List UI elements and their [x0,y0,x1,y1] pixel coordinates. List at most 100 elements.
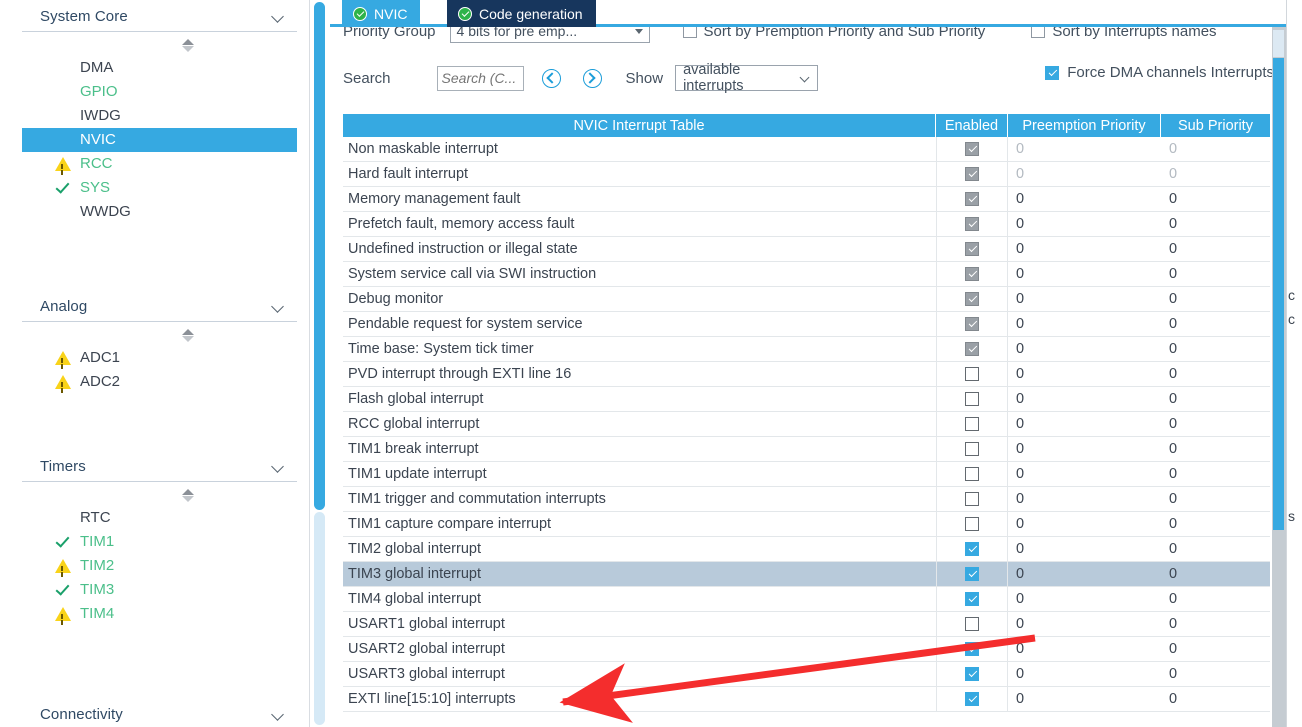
enabled-checkbox[interactable] [965,442,979,456]
enabled-checkbox[interactable] [965,517,979,531]
sidebar-group-spinner[interactable] [22,324,297,346]
enabled-checkbox[interactable] [965,467,979,481]
priority-group-select[interactable]: 4 bits for pre emp... [449,27,650,43]
table-row[interactable]: USART2 global interrupt 0 0 [343,637,1270,662]
sub-priority-cell[interactable]: 0 [1161,262,1270,286]
column-header-name[interactable]: NVIC Interrupt Table [343,114,936,137]
column-header-enabled[interactable]: Enabled [936,114,1008,137]
enabled-checkbox[interactable] [965,417,979,431]
enabled-checkbox[interactable] [965,692,979,706]
table-row[interactable]: Debug monitor 0 0 [343,287,1270,312]
spinner-down-icon[interactable] [182,46,194,52]
sidebar-item-adc1[interactable]: ADC1 [22,346,297,370]
preemption-priority-cell[interactable]: 0 [1008,512,1161,536]
table-row[interactable]: EXTI line[15:10] interrupts 0 0 [343,687,1270,712]
preemption-priority-cell[interactable]: 0 [1008,537,1161,561]
table-row[interactable]: Hard fault interrupt 0 0 [343,162,1270,187]
preemption-priority-cell[interactable]: 0 [1008,437,1161,461]
sub-priority-cell[interactable]: 0 [1161,412,1270,436]
sub-priority-cell[interactable]: 0 [1161,287,1270,311]
enabled-checkbox[interactable] [965,242,979,256]
enabled-checkbox[interactable] [965,342,979,356]
table-row[interactable]: TIM1 capture compare interrupt 0 0 [343,512,1270,537]
enabled-checkbox[interactable] [965,542,979,556]
tab-nvic[interactable]: NVIC [342,0,421,27]
enabled-cell[interactable] [936,462,1008,486]
table-row[interactable]: TIM1 break interrupt 0 0 [343,437,1270,462]
preemption-priority-cell[interactable]: 0 [1008,312,1161,336]
sidebar-item-gpio[interactable]: GPIO [22,80,297,104]
enabled-checkbox[interactable] [965,367,979,381]
enabled-checkbox[interactable] [965,642,979,656]
table-row[interactable]: TIM3 global interrupt 0 0 [343,562,1270,587]
sub-priority-cell[interactable]: 0 [1161,512,1270,536]
enabled-checkbox[interactable] [965,317,979,331]
sub-priority-cell[interactable]: 0 [1161,387,1270,411]
enabled-checkbox[interactable] [965,567,979,581]
enabled-checkbox[interactable] [965,592,979,606]
preemption-priority-cell[interactable]: 0 [1008,287,1161,311]
table-row[interactable]: TIM4 global interrupt 0 0 [343,587,1270,612]
preemption-priority-cell[interactable]: 0 [1008,612,1161,636]
spinner-up-icon[interactable] [182,489,194,495]
sidebar-group-header-system-core[interactable]: System Core [22,2,297,32]
preemption-priority-cell[interactable]: 0 [1008,237,1161,261]
enabled-cell[interactable] [936,562,1008,586]
enabled-cell[interactable] [936,662,1008,686]
sidebar-group-spinner[interactable] [22,34,297,56]
sub-priority-cell[interactable]: 0 [1161,237,1270,261]
spinner-down-icon[interactable] [182,336,194,342]
enabled-cell[interactable] [936,287,1008,311]
enabled-cell[interactable] [936,137,1008,161]
sub-priority-cell[interactable]: 0 [1161,612,1270,636]
sub-priority-cell[interactable]: 0 [1161,162,1270,186]
enabled-cell[interactable] [936,512,1008,536]
sidebar-item-nvic[interactable]: NVIC [22,128,297,152]
search-next-icon[interactable] [582,68,602,88]
enabled-checkbox[interactable] [965,667,979,681]
table-row[interactable]: Flash global interrupt 0 0 [343,387,1270,412]
preemption-priority-cell[interactable]: 0 [1008,487,1161,511]
main-scrollbar-thumb[interactable] [1273,58,1284,530]
enabled-cell[interactable] [936,362,1008,386]
enabled-checkbox[interactable] [965,392,979,406]
sub-priority-cell[interactable]: 0 [1161,187,1270,211]
enabled-cell[interactable] [936,312,1008,336]
sidebar-item-tim4[interactable]: TIM4 [22,602,297,626]
sidebar-scrollbar-thumb[interactable] [314,2,325,510]
sub-priority-cell[interactable]: 0 [1161,687,1270,711]
enabled-cell[interactable] [936,212,1008,236]
enabled-cell[interactable] [936,412,1008,436]
sort-by-interrupt-names-checkbox[interactable]: Sort by Interrupts names [1031,27,1217,40]
sort-by-preemption-priority-checkbox[interactable]: Sort by Premption Priority and Sub Prior… [682,27,985,40]
sidebar-item-sys[interactable]: SYS [22,176,297,200]
sidebar-item-iwdg[interactable]: IWDG [22,104,297,128]
enabled-cell[interactable] [936,537,1008,561]
sub-priority-cell[interactable]: 0 [1161,487,1270,511]
enabled-cell[interactable] [936,487,1008,511]
column-header-sub-priority[interactable]: Sub Priority [1161,114,1270,137]
enabled-cell[interactable] [936,262,1008,286]
sub-priority-cell[interactable]: 0 [1161,312,1270,336]
sub-priority-cell[interactable]: 0 [1161,587,1270,611]
spinner-up-icon[interactable] [182,39,194,45]
preemption-priority-cell[interactable]: 0 [1008,637,1161,661]
spinner-down-icon[interactable] [182,496,194,502]
enabled-checkbox[interactable] [965,492,979,506]
sub-priority-cell[interactable]: 0 [1161,537,1270,561]
preemption-priority-cell[interactable]: 0 [1008,362,1161,386]
preemption-priority-cell[interactable]: 0 [1008,662,1161,686]
table-row[interactable]: Memory management fault 0 0 [343,187,1270,212]
enabled-checkbox[interactable] [965,142,979,156]
enabled-checkbox[interactable] [965,167,979,181]
table-row[interactable]: Undefined instruction or illegal state 0 0 [343,237,1270,262]
enabled-checkbox[interactable] [965,217,979,231]
sub-priority-cell[interactable]: 0 [1161,137,1270,161]
preemption-priority-cell[interactable]: 0 [1008,162,1161,186]
enabled-cell[interactable] [936,162,1008,186]
preemption-priority-cell[interactable]: 0 [1008,337,1161,361]
table-row[interactable]: Time base: System tick timer 0 0 [343,337,1270,362]
enabled-checkbox[interactable] [965,292,979,306]
preemption-priority-cell[interactable]: 0 [1008,262,1161,286]
sub-priority-cell[interactable]: 0 [1161,562,1270,586]
